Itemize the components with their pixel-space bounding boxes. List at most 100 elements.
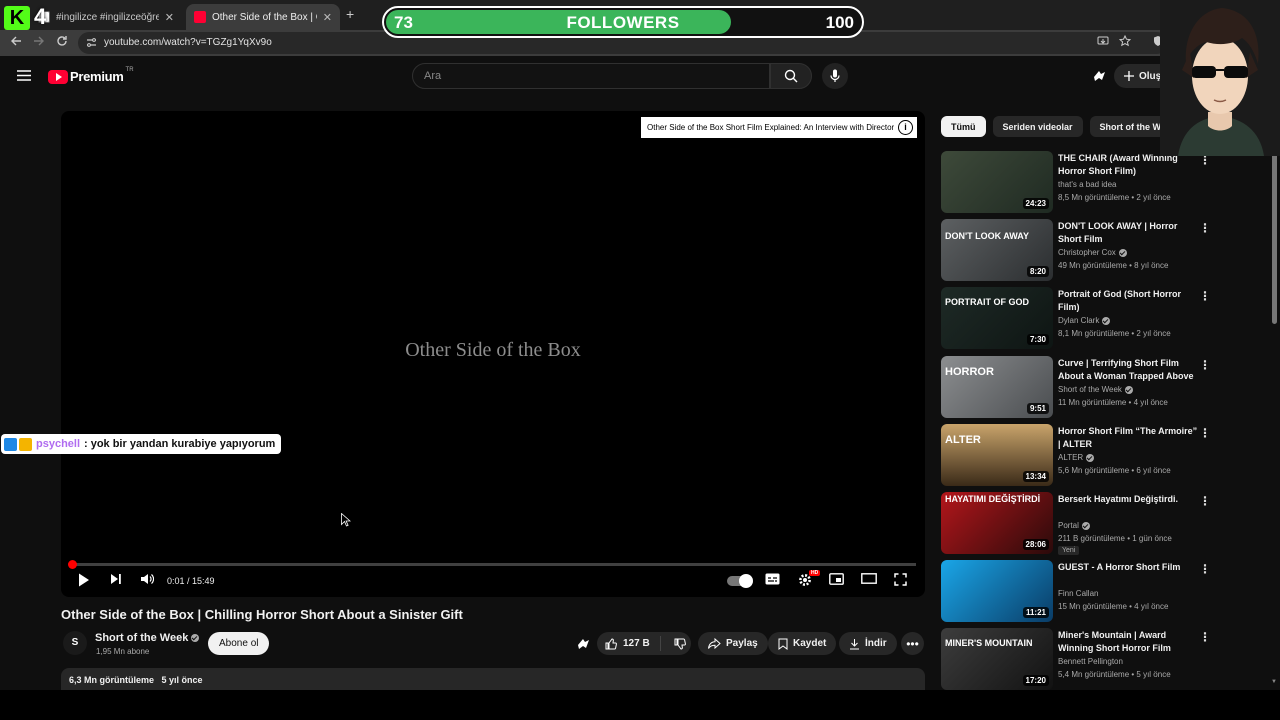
- more-horizontal-icon: •••: [906, 636, 919, 651]
- volume-icon[interactable]: [140, 573, 154, 585]
- video-duration: 8:20: [1026, 266, 1049, 277]
- channel-avatar[interactable]: S: [63, 631, 87, 655]
- recommendation-title[interactable]: Miner's Mountain | Award Winning Short H…: [1058, 629, 1200, 655]
- share-label: Paylaş: [726, 638, 758, 649]
- menu-hamburger-icon[interactable]: [17, 70, 31, 81]
- save-button[interactable]: Kaydet: [768, 632, 837, 655]
- thumbnail-text: HAYATIMI DEĞİŞTİRDİ: [945, 494, 1041, 504]
- youtube-premium-logo[interactable]: Premium TR: [48, 67, 134, 84]
- scrubber-handle[interactable]: [67, 560, 77, 569]
- reload-icon[interactable]: [56, 35, 68, 47]
- mouse-cursor-icon: [341, 513, 351, 527]
- subtitles-icon[interactable]: [765, 573, 780, 585]
- autoplay-toggle[interactable]: [727, 574, 753, 588]
- theater-mode-icon[interactable]: [861, 573, 877, 584]
- recommendation-channel[interactable]: Finn Callan: [1058, 589, 1098, 598]
- recommendation-item[interactable]: HAYATIMI DEĞİŞTİRDİ 28:06 Berserk Hayatımı…: [941, 492, 1213, 555]
- recommendation-title[interactable]: GUEST - A Horror Short Film: [1058, 561, 1200, 574]
- recommendation-channel[interactable]: Portal: [1058, 521, 1090, 530]
- recommendation-channel[interactable]: Dylan Clark: [1058, 316, 1111, 325]
- more-vertical-icon[interactable]: ⋮: [1199, 358, 1211, 372]
- url-text: youtube.com/watch?v=TGZg1YqXv9o: [104, 37, 272, 48]
- recommendation-channel[interactable]: Bennett Pellington: [1058, 657, 1123, 666]
- like-button[interactable]: 127 B: [597, 636, 661, 651]
- chat-badge-icon: [4, 437, 17, 451]
- search-input[interactable]: [413, 64, 769, 88]
- video-duration: 7:30: [1026, 334, 1049, 345]
- recommendation-meta: 11 Mn görüntüleme • 4 yıl önce: [1058, 398, 1168, 407]
- channel-name-text: Bennett Pellington: [1058, 657, 1123, 666]
- recommendation-channel[interactable]: Short of the Week: [1058, 385, 1133, 394]
- recommendation-channel[interactable]: Christopher Cox: [1058, 248, 1127, 257]
- play-icon[interactable]: [78, 573, 90, 587]
- fullscreen-icon[interactable]: [894, 573, 907, 586]
- chip-all[interactable]: Tümü: [941, 116, 986, 137]
- share-button[interactable]: Paylaş: [698, 632, 768, 655]
- next-video-icon[interactable]: [110, 573, 122, 585]
- more-actions-button[interactable]: •••: [901, 632, 924, 655]
- channel-name[interactable]: Short of the Week: [95, 632, 200, 644]
- video-thumbnail[interactable]: 24:23: [941, 151, 1053, 213]
- player-controls: 0:01 / 15:49 HD: [61, 569, 925, 593]
- recommendation-title[interactable]: Portrait of God (Short Horror Film): [1058, 288, 1200, 314]
- cast-sparkle-icon[interactable]: [1092, 69, 1107, 83]
- search-button[interactable]: [770, 63, 812, 89]
- progress-bar[interactable]: [67, 560, 916, 569]
- video-thumbnail[interactable]: MINER'S MOUNTAIN 17:20: [941, 628, 1053, 690]
- more-vertical-icon[interactable]: ⋮: [1199, 426, 1211, 440]
- info-card-text: Other Side of the Box Short Film Explain…: [647, 123, 894, 132]
- video-thumbnail[interactable]: ALTER 13:34: [941, 424, 1053, 486]
- video-duration: 24:23: [1022, 198, 1049, 209]
- recommendation-channel[interactable]: that's a bad idea: [1058, 180, 1116, 189]
- recommendation-title[interactable]: Curve | Terrifying Short Film About a Wo…: [1058, 357, 1200, 384]
- site-settings-icon[interactable]: [86, 37, 97, 48]
- tab-close-icon[interactable]: ✕: [165, 11, 174, 24]
- subscribe-button[interactable]: Abone ol: [208, 632, 270, 655]
- more-vertical-icon[interactable]: ⋮: [1199, 221, 1211, 235]
- video-thumbnail[interactable]: DON'T LOOK AWAY 8:20: [941, 219, 1053, 281]
- more-vertical-icon[interactable]: ⋮: [1199, 289, 1211, 303]
- recommendation-title[interactable]: Horror Short Film “The Armoire” | ALTER: [1058, 425, 1200, 451]
- recommendation-item[interactable]: ALTER 13:34 Horror Short Film “The Armoire…: [941, 424, 1213, 486]
- recommendation-title[interactable]: DON'T LOOK AWAY | Horror Short Film: [1058, 220, 1200, 246]
- browser-tab-2-active[interactable]: Other Side of the Box | Chilling ✕: [186, 4, 340, 30]
- recommendation-item[interactable]: 24:23 THE CHAIR (Award Winning Horror Sho…: [941, 151, 1213, 213]
- recommendation-channel[interactable]: ALTER: [1058, 453, 1095, 462]
- recommendation-title[interactable]: Berserk Hayatımı Değiştirdi.: [1058, 493, 1200, 506]
- kick-viewer-count: 4: [34, 4, 47, 29]
- dislike-button[interactable]: [666, 638, 686, 650]
- new-tab-button[interactable]: +: [346, 6, 354, 22]
- back-arrow-icon[interactable]: [10, 35, 22, 47]
- followers-goal: 100: [825, 13, 854, 32]
- bookmark-star-icon[interactable]: [1119, 35, 1131, 47]
- browser-tab-1[interactable]: #ingilizce #ingilizceöğreniyorum ✕: [30, 4, 182, 30]
- forward-arrow-icon[interactable]: [33, 35, 45, 47]
- search-icon: [784, 69, 798, 83]
- more-vertical-icon[interactable]: ⋮: [1199, 494, 1211, 508]
- info-icon[interactable]: i: [898, 120, 913, 135]
- recommendation-item[interactable]: HORROR 9:51 Curve | Terrifying Short Film …: [941, 356, 1213, 418]
- ask-sparkle-icon[interactable]: [576, 637, 591, 651]
- channel-name-text: ALTER: [1058, 453, 1084, 462]
- miniplayer-icon[interactable]: [829, 573, 844, 585]
- recommendation-item[interactable]: PORTRAIT OF GOD 7:30 Portrait of God (Shor…: [941, 287, 1213, 349]
- video-thumbnail[interactable]: HAYATIMI DEĞİŞTİRDİ 28:06: [941, 492, 1053, 554]
- recommendation-item[interactable]: MINER'S MOUNTAIN 17:20 Miner's Mountain | …: [941, 628, 1213, 690]
- install-app-icon[interactable]: [1097, 35, 1109, 47]
- scroll-down-arrow-icon[interactable]: ▼: [1271, 679, 1277, 685]
- info-card-teaser[interactable]: Other Side of the Box Short Film Explain…: [641, 117, 917, 138]
- video-player[interactable]: Other Side of the Box Other Side of the …: [61, 111, 925, 597]
- video-thumbnail[interactable]: 11:21: [941, 560, 1053, 622]
- recommendation-meta: 8,5 Mn görüntüleme • 2 yıl önce: [1058, 193, 1171, 202]
- video-thumbnail[interactable]: HORROR 9:51: [941, 356, 1053, 418]
- video-thumbnail[interactable]: PORTRAIT OF GOD 7:30: [941, 287, 1053, 349]
- more-vertical-icon[interactable]: ⋮: [1199, 630, 1211, 644]
- tab-close-icon[interactable]: ✕: [323, 11, 332, 24]
- recommendation-item[interactable]: DON'T LOOK AWAY 8:20 DON'T LOOK AWAY | Hor…: [941, 219, 1213, 281]
- more-vertical-icon[interactable]: ⋮: [1199, 562, 1211, 576]
- download-button[interactable]: İndir: [839, 632, 897, 655]
- description-box[interactable]: 6,3 Mn görüntüleme 5 yıl önce: [61, 668, 925, 692]
- recommendation-item[interactable]: 11:21 GUEST - A Horror Short Film Finn Cal…: [941, 560, 1213, 622]
- voice-search-button[interactable]: [822, 63, 848, 89]
- chip-series[interactable]: Seriden videolar: [992, 116, 1083, 137]
